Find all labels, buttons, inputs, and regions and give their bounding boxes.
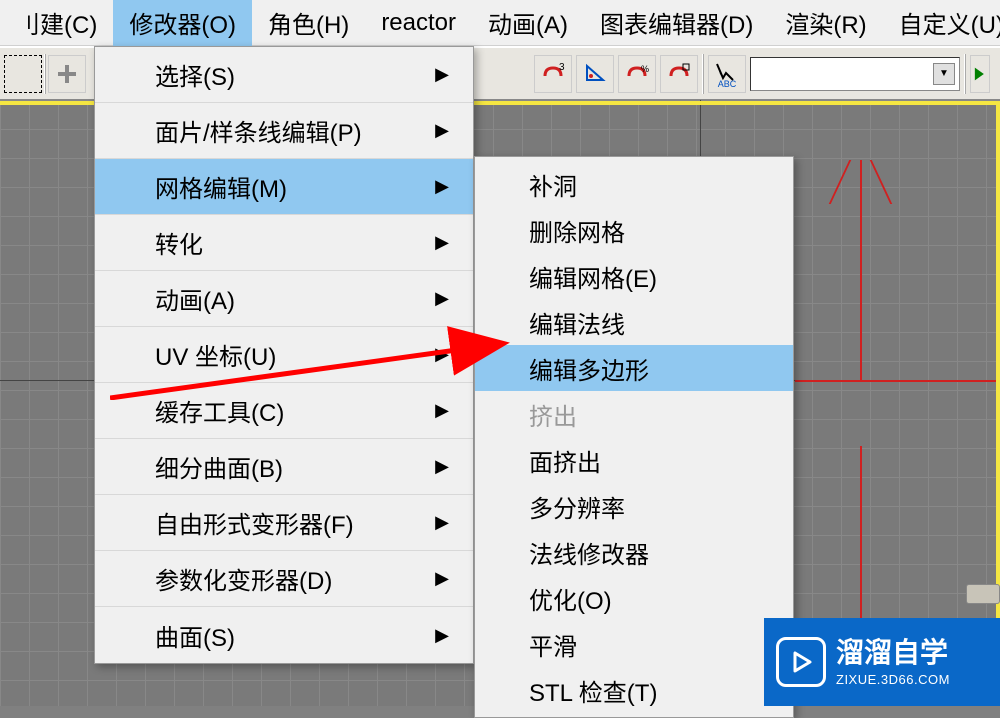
menu-item-label: 缓存工具(C) [155, 393, 284, 428]
toolbar-button[interactable] [48, 55, 86, 93]
submenu-arrow-icon: ▶ [435, 456, 449, 477]
menu-create[interactable]: 刂建(C) [0, 0, 113, 48]
submenu-multires[interactable]: 多分辨率 [475, 483, 793, 529]
scroll-handle[interactable] [966, 584, 1000, 604]
menu-item-label: 网格编辑(M) [155, 169, 287, 204]
submenu-arrow-icon: ▶ [435, 568, 449, 589]
submenu-extrude: 挤出 [475, 391, 793, 437]
svg-text:%: % [641, 64, 649, 74]
menu-character[interactable]: 角色(H) [252, 0, 365, 48]
menu-animation[interactable]: 动画(A) [472, 0, 584, 48]
watermark: 溜溜自学 ZIXUE.3D66.COM [764, 618, 1000, 706]
submenu-delete-mesh[interactable]: 删除网格 [475, 207, 793, 253]
submenu-stl-check[interactable]: STL 检查(T) [475, 667, 793, 713]
toolbar-divider [964, 54, 966, 94]
angle-snap-icon[interactable] [576, 55, 614, 93]
watermark-url: ZIXUE.3D66.COM [836, 672, 950, 689]
menu-reactor[interactable]: reactor [365, 1, 472, 45]
selection-region-icon[interactable] [4, 55, 42, 93]
modifiers-menu: 选择(S) ▶ 面片/样条线编辑(P) ▶ 网格编辑(M) ▶ 转化 ▶ 动画(… [94, 46, 474, 664]
menu-item-uv-coords[interactable]: UV 坐标(U) ▶ [95, 327, 473, 383]
menu-item-surface[interactable]: 曲面(S) ▶ [95, 607, 473, 663]
submenu-optimize[interactable]: 优化(O) [475, 575, 793, 621]
submenu-arrow-icon: ▶ [435, 232, 449, 253]
named-selection-icon[interactable]: ABC [708, 55, 746, 93]
toolbar-divider [702, 54, 704, 94]
watermark-title: 溜溜自学 [836, 635, 950, 671]
shape-line [860, 160, 862, 380]
menu-item-label: UV 坐标(U) [155, 337, 276, 372]
submenu-edit-poly[interactable]: 编辑多边形 [475, 345, 793, 391]
menu-item-cache-tools[interactable]: 缓存工具(C) ▶ [95, 383, 473, 439]
shape-line [795, 380, 1000, 382]
submenu-arrow-icon: ▶ [435, 64, 449, 85]
dropdown-arrow-icon[interactable]: ▼ [933, 63, 955, 85]
menu-item-label: 曲面(S) [155, 618, 235, 653]
toolbar-button-partial[interactable] [970, 55, 990, 93]
menu-item-label: 自由形式变形器(F) [155, 505, 354, 540]
menu-item-freeform[interactable]: 自由形式变形器(F) ▶ [95, 495, 473, 551]
play-icon [776, 637, 826, 687]
menu-item-label: 细分曲面(B) [155, 449, 283, 484]
submenu-edit-normals[interactable]: 编辑法线 [475, 299, 793, 345]
menu-customize[interactable]: 自定义(U) [883, 0, 1000, 48]
menu-item-label: 选择(S) [155, 57, 235, 92]
snap-toggle-icon[interactable]: 3 [534, 55, 572, 93]
menu-item-label: 参数化变形器(D) [155, 561, 332, 596]
menu-item-label: 转化 [155, 225, 203, 260]
spinner-snap-icon[interactable] [660, 55, 698, 93]
abc-label: ABC [718, 79, 737, 89]
menu-item-patch-spline[interactable]: 面片/样条线编辑(P) ▶ [95, 103, 473, 159]
menu-item-mesh-editing[interactable]: 网格编辑(M) ▶ [95, 159, 473, 215]
svg-text:3: 3 [559, 62, 565, 73]
menubar: 刂建(C) 修改器(O) 角色(H) reactor 动画(A) 图表编辑器(D… [0, 0, 1000, 46]
submenu-face-extrude[interactable]: 面挤出 [475, 437, 793, 483]
submenu-smooth[interactable]: 平滑 [475, 621, 793, 667]
submenu-arrow-icon: ▶ [435, 288, 449, 309]
toolbar-divider [44, 54, 46, 94]
viewport-active-border [996, 101, 1000, 706]
menu-item-label: 动画(A) [155, 281, 235, 316]
submenu-arrow-icon: ▶ [435, 625, 449, 646]
menu-item-parametric[interactable]: 参数化变形器(D) ▶ [95, 551, 473, 607]
shape-line [860, 446, 862, 618]
percent-snap-icon[interactable]: % [618, 55, 656, 93]
menu-item-animation[interactable]: 动画(A) ▶ [95, 271, 473, 327]
submenu-arrow-icon: ▶ [435, 344, 449, 365]
named-selection-dropdown[interactable]: ▼ [750, 57, 960, 91]
menu-modifiers[interactable]: 修改器(O) [113, 0, 252, 48]
submenu-normal-modifier[interactable]: 法线修改器 [475, 529, 793, 575]
submenu-arrow-icon: ▶ [435, 400, 449, 421]
menu-item-subdivision[interactable]: 细分曲面(B) ▶ [95, 439, 473, 495]
mesh-editing-submenu: 补洞 删除网格 编辑网格(E) 编辑法线 编辑多边形 挤出 面挤出 多分辨率 法… [474, 156, 794, 718]
submenu-arrow-icon: ▶ [435, 120, 449, 141]
menu-item-conversion[interactable]: 转化 ▶ [95, 215, 473, 271]
menu-item-label: 面片/样条线编辑(P) [155, 113, 362, 148]
submenu-cap-holes[interactable]: 补洞 [475, 161, 793, 207]
submenu-arrow-icon: ▶ [435, 176, 449, 197]
menu-item-selection[interactable]: 选择(S) ▶ [95, 47, 473, 103]
submenu-edit-mesh[interactable]: 编辑网格(E) [475, 253, 793, 299]
menu-graph-editors[interactable]: 图表编辑器(D) [584, 0, 769, 48]
submenu-arrow-icon: ▶ [435, 512, 449, 533]
menu-rendering[interactable]: 渲染(R) [769, 0, 882, 48]
